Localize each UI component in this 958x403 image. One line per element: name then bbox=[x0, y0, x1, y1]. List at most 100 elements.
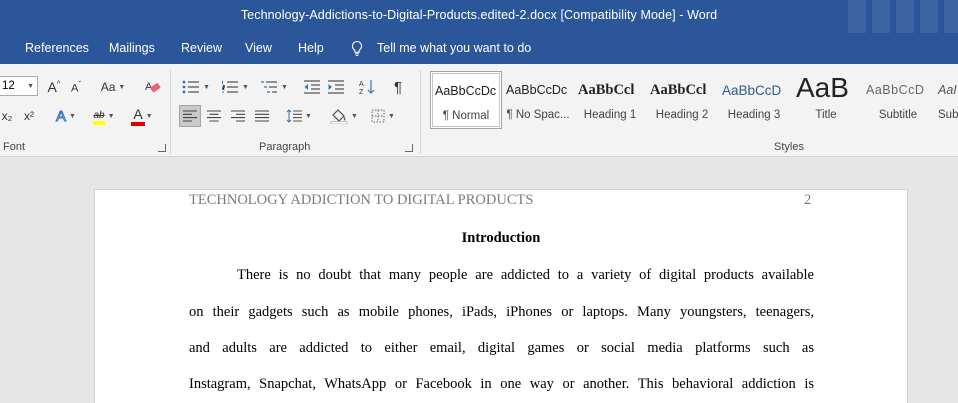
chevron-down-icon: ▼ bbox=[107, 112, 115, 120]
chevron-down-icon[interactable]: ▼ bbox=[27, 83, 34, 90]
body-text-line[interactable]: and adults are addicted to either email,… bbox=[189, 340, 814, 357]
ribbon: 12 ▼ A^ Aˇ Aa ▼ A x₂ x² A ▼ ab ▼ A ▼ Font bbox=[0, 64, 958, 157]
body-text-line[interactable]: Instagram, Snapchat, WhatsApp or Faceboo… bbox=[189, 376, 814, 393]
borders-button[interactable]: ▼ bbox=[366, 105, 400, 127]
window-title: Technology-Addictions-to-Digital-Product… bbox=[240, 8, 718, 22]
style-normal[interactable]: AaBbCcDc ¶ Normal bbox=[430, 71, 502, 129]
text-effects-button[interactable]: A ▼ bbox=[50, 105, 82, 127]
lightbulb-icon[interactable] bbox=[350, 40, 364, 57]
numbering-icon bbox=[222, 80, 239, 93]
clear-formatting-button[interactable]: A bbox=[142, 76, 164, 98]
paragraph-group-label: Paragraph bbox=[259, 141, 311, 153]
body-text-line[interactable]: There is no doubt that many people are a… bbox=[237, 267, 814, 284]
style-subtle-emphasis[interactable]: AaI Sub bbox=[934, 71, 958, 129]
numbering-button[interactable]: ▼ bbox=[219, 76, 251, 98]
paragraph-dialog-launcher[interactable] bbox=[405, 144, 413, 152]
show-formatting-button[interactable]: ¶ bbox=[388, 76, 408, 98]
style-sample: AaBbCcl bbox=[578, 82, 635, 98]
text-effects-icon: A bbox=[56, 107, 67, 125]
justify-button[interactable] bbox=[252, 105, 272, 127]
font-color-icon: A bbox=[131, 106, 145, 126]
style-no-spacing[interactable]: AaBbCcDc ¶ No Spac... bbox=[502, 71, 574, 129]
eraser-icon: A bbox=[145, 81, 161, 93]
title-bar: Technology-Addictions-to-Digital-Product… bbox=[0, 0, 958, 33]
ribbon-tabs: References Mailings Review View Help Tel… bbox=[0, 33, 958, 64]
style-title[interactable]: AaB Title bbox=[790, 71, 862, 129]
align-right-icon bbox=[231, 110, 245, 122]
font-size-box[interactable]: 12 ▼ bbox=[0, 76, 38, 96]
borders-icon bbox=[371, 109, 385, 123]
tab-view[interactable]: View bbox=[245, 41, 272, 55]
chevron-down-icon: ▼ bbox=[388, 112, 395, 120]
shrink-font-button[interactable]: Aˇ bbox=[67, 76, 85, 98]
style-sample: AaBbCcD bbox=[866, 83, 925, 97]
style-name: Title bbox=[815, 109, 837, 121]
group-separator bbox=[170, 70, 171, 154]
change-case-label: Aa bbox=[100, 80, 116, 94]
chevron-down-icon: ▼ bbox=[242, 83, 249, 91]
svg-text:A: A bbox=[359, 81, 364, 88]
style-name: Heading 1 bbox=[583, 109, 637, 121]
font-group-label: Font bbox=[3, 141, 26, 153]
chevron-down-icon: ▼ bbox=[305, 112, 312, 120]
style-heading-2[interactable]: AaBbCcl Heading 2 bbox=[646, 71, 718, 129]
bullets-button[interactable]: ▼ bbox=[180, 76, 212, 98]
chevron-down-icon: ▼ bbox=[203, 83, 210, 91]
font-dialog-launcher[interactable] bbox=[158, 144, 166, 152]
pilcrow-icon: ¶ bbox=[393, 78, 403, 96]
multilevel-list-button[interactable]: ▼ bbox=[258, 76, 290, 98]
svg-text:Z: Z bbox=[359, 89, 364, 95]
styles-group-label: Styles bbox=[774, 141, 804, 153]
tab-review[interactable]: Review bbox=[181, 41, 222, 55]
style-name: ¶ Normal bbox=[442, 110, 490, 122]
tab-help[interactable]: Help bbox=[298, 41, 324, 55]
align-center-icon bbox=[207, 110, 221, 122]
style-sample: AaB bbox=[796, 72, 849, 103]
chevron-down-icon: ▼ bbox=[69, 112, 76, 120]
highlight-button[interactable]: ab ▼ bbox=[88, 105, 120, 127]
superscript-icon: x² bbox=[24, 109, 34, 123]
align-right-button[interactable] bbox=[228, 105, 248, 127]
superscript-button[interactable]: x² bbox=[20, 105, 38, 127]
align-center-button[interactable] bbox=[204, 105, 224, 127]
style-heading-1[interactable]: AaBbCcl Heading 1 bbox=[574, 71, 646, 129]
line-spacing-icon bbox=[286, 109, 303, 123]
grow-font-button[interactable]: A^ bbox=[44, 76, 64, 98]
tab-references[interactable]: References bbox=[25, 41, 89, 55]
tab-mailings[interactable]: Mailings bbox=[109, 41, 155, 55]
decrease-indent-button[interactable] bbox=[302, 76, 322, 98]
shading-button[interactable]: ▼ bbox=[328, 105, 360, 127]
style-name: Heading 3 bbox=[727, 109, 781, 121]
group-separator bbox=[420, 70, 421, 154]
font-color-button[interactable]: A ▼ bbox=[126, 105, 160, 127]
subscript-button[interactable]: x₂ bbox=[0, 105, 14, 127]
chevron-down-icon: ▼ bbox=[281, 83, 288, 91]
tell-me-search[interactable]: Tell me what you want to do bbox=[377, 41, 531, 55]
font-size-value: 12 bbox=[2, 80, 15, 92]
section-heading[interactable]: Introduction bbox=[95, 230, 907, 247]
style-heading-3[interactable]: AaBbCcD Heading 3 bbox=[718, 71, 790, 129]
shrink-font-icon: Aˇ bbox=[70, 79, 81, 95]
sort-icon: A Z bbox=[359, 80, 375, 95]
justify-icon bbox=[255, 110, 269, 122]
page-number[interactable]: 2 bbox=[804, 192, 811, 209]
increase-indent-button[interactable] bbox=[326, 76, 346, 98]
increase-indent-icon bbox=[328, 80, 344, 94]
style-sample: AaBbCcDc bbox=[435, 84, 497, 98]
bullets-icon bbox=[182, 80, 200, 94]
subscript-icon: x₂ bbox=[1, 109, 13, 123]
title-bar-pattern bbox=[848, 0, 958, 33]
running-header[interactable]: TECHNOLOGY ADDICTION TO DIGITAL PRODUCTS bbox=[189, 192, 533, 209]
style-name: Subtitle bbox=[878, 109, 918, 121]
style-subtitle[interactable]: AaBbCcD Subtitle bbox=[862, 71, 934, 129]
line-spacing-button[interactable]: ▼ bbox=[283, 105, 315, 127]
body-text-line[interactable]: on their gadgets such as mobile phones, … bbox=[189, 304, 814, 321]
style-sample: AaBbCcl bbox=[650, 82, 707, 98]
sort-button[interactable]: A Z bbox=[358, 76, 378, 98]
align-left-button[interactable] bbox=[179, 105, 201, 127]
style-sample: AaI bbox=[938, 83, 957, 97]
style-name: Sub bbox=[938, 109, 958, 121]
style-sample: AaBbCcD bbox=[722, 83, 782, 98]
change-case-button[interactable]: Aa ▼ bbox=[96, 76, 130, 98]
document-page[interactable]: TECHNOLOGY ADDICTION TO DIGITAL PRODUCTS… bbox=[94, 189, 908, 403]
